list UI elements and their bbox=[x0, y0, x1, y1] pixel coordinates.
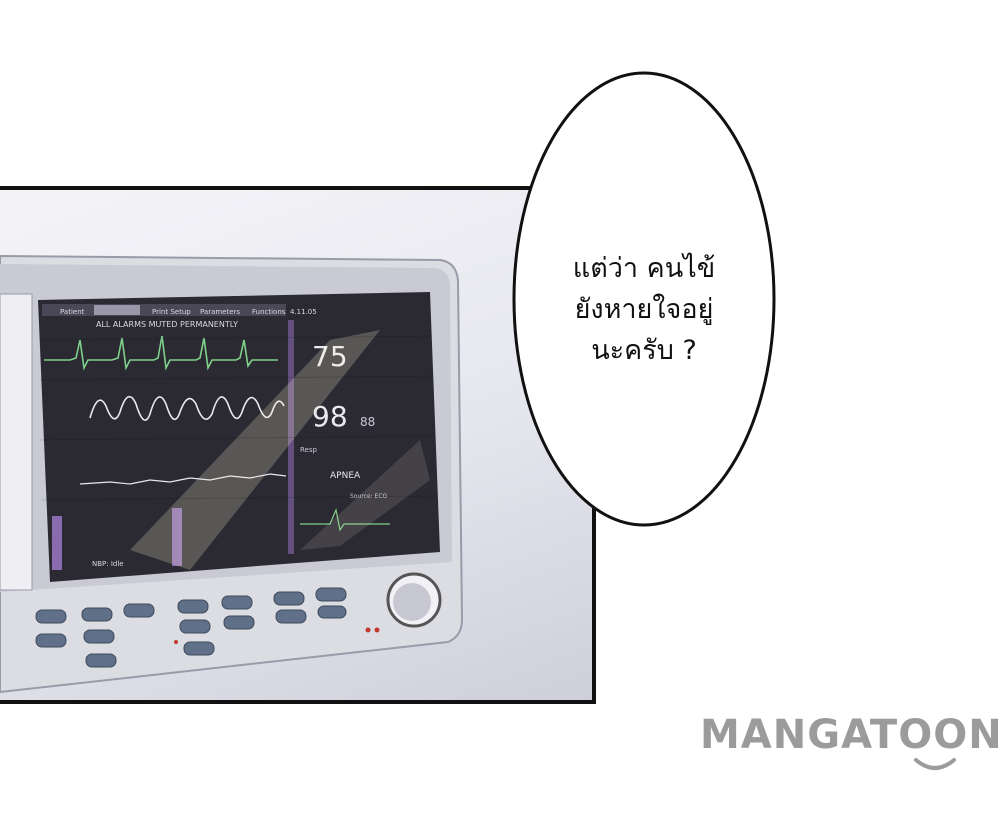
resp-label: Resp bbox=[300, 446, 318, 454]
speech-line: ยังหายใจอยู่ bbox=[574, 294, 714, 325]
menu-item-selected bbox=[94, 305, 140, 315]
indicator-led bbox=[174, 640, 178, 644]
speech-bubble-text: แต่ว่า คนไข้ ยังหายใจอยู่ นะครับ ? bbox=[511, 248, 777, 371]
alarm-banner: ALL ALARMS MUTED PERMANENTLY bbox=[96, 320, 238, 329]
speech-line: แต่ว่า คนไข้ bbox=[572, 253, 716, 284]
mangatoon-watermark: MANGATOON bbox=[700, 712, 1000, 792]
watermark-text: MANGATOON bbox=[700, 712, 1000, 758]
patient-monitor-illustration: Patient Print Setup Parameters Functions… bbox=[0, 254, 464, 694]
menu-item-functions: Functions bbox=[252, 308, 286, 316]
indicator-led bbox=[365, 627, 371, 633]
speech-line: นะครับ ? bbox=[591, 335, 697, 366]
smile-icon bbox=[914, 758, 956, 770]
monitor-time: 4.11.05 bbox=[290, 308, 317, 316]
apnea-label: APNEA bbox=[330, 471, 361, 481]
purple-indicator-left bbox=[52, 516, 62, 570]
menu-item-parameters: Parameters bbox=[200, 308, 240, 316]
nbp-label: NBP: Idle bbox=[92, 560, 124, 568]
comic-panel: Patient Print Setup Parameters Functions… bbox=[0, 186, 596, 704]
secondary-value: 88 bbox=[360, 415, 375, 429]
monitor-side-panel bbox=[0, 293, 33, 591]
rotary-knob-center bbox=[393, 583, 431, 621]
indicator-led bbox=[374, 627, 380, 633]
menu-item-patient: Patient bbox=[60, 308, 85, 316]
menu-item-print-setup: Print Setup bbox=[152, 308, 191, 316]
